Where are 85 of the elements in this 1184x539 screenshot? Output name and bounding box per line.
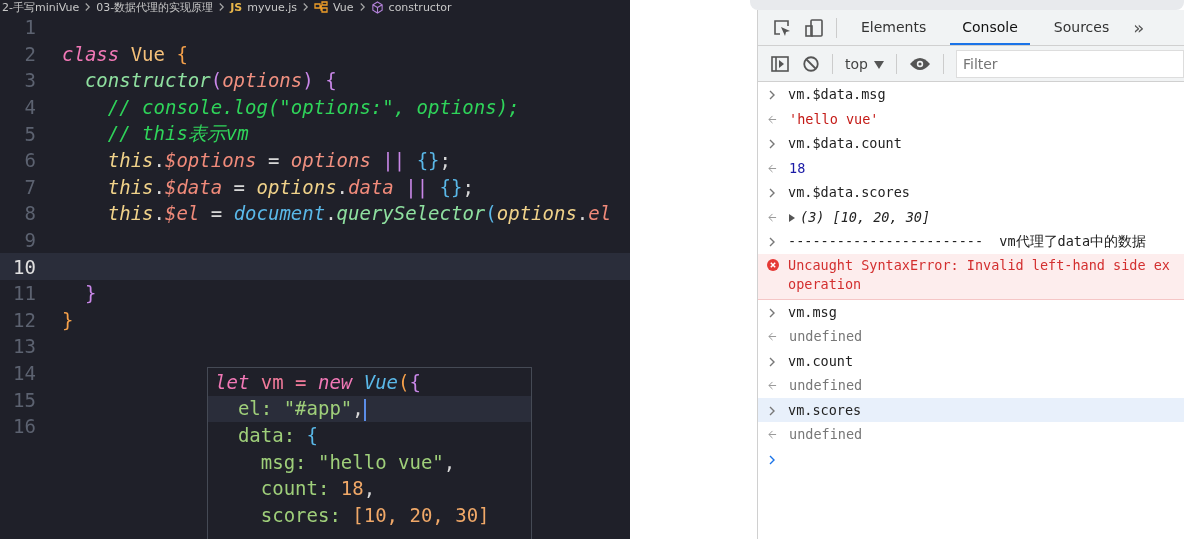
class-icon — [314, 1, 329, 13]
more-tabs-button[interactable]: » — [1133, 17, 1145, 38]
chevron-icon — [84, 2, 92, 12]
context-dropdown[interactable]: top — [845, 55, 884, 72]
chevron-icon — [218, 2, 226, 12]
result-text: undefined — [789, 426, 863, 442]
line-number: 9 — [23, 229, 36, 252]
code-line: scores: [10, 20, 30] — [259, 503, 490, 526]
line-number: 5 — [23, 122, 36, 145]
dropdown-caret-icon[interactable] — [873, 60, 884, 69]
line-number: 16 — [12, 415, 36, 438]
chevron-icon — [768, 356, 776, 367]
device-icon[interactable] — [804, 17, 824, 38]
file-type-label: JS — [230, 0, 243, 14]
return-arrow-icon — [768, 381, 777, 390]
result-text: undefined — [789, 377, 863, 393]
command-text: vm.$data.scores — [788, 184, 910, 200]
prompt-icon — [768, 454, 776, 465]
breadcrumb-item[interactable]: 03-数据代理的实现原理 — [96, 0, 214, 15]
filter-field[interactable]: Filter — [955, 49, 1184, 78]
breadcrumb-item[interactable]: Vue — [333, 0, 354, 14]
return-arrow-icon — [768, 332, 777, 341]
clear-icon[interactable] — [802, 54, 820, 73]
chevron-icon — [768, 405, 776, 416]
line-number: 3 — [23, 69, 36, 92]
line-number: 2 — [23, 42, 36, 65]
chevron-icon — [768, 188, 776, 198]
code-line: let vm = new Vue({ — [215, 371, 421, 394]
breadcrumb-item[interactable]: constructor — [388, 0, 452, 14]
chevron-icon — [768, 237, 776, 247]
command-text: ------------------------ vm代理了data中的数据 — [788, 233, 1147, 251]
line-number: 12 — [12, 308, 36, 331]
return-arrow-icon — [768, 212, 777, 222]
command-text: vm.count — [788, 352, 854, 369]
cube-icon — [370, 0, 384, 14]
command-text: vm.$data.msg — [788, 86, 886, 102]
command-text: vm.scores — [788, 401, 862, 418]
code-line: } — [62, 308, 74, 331]
breadcrumb-item[interactable]: 2-手写miniVue — [2, 0, 80, 15]
eye-icon[interactable] — [908, 56, 931, 71]
command-text: vm.msg — [788, 303, 837, 320]
code-line: el: "#app", — [236, 397, 366, 421]
line-number: 8 — [23, 202, 36, 225]
code-line: // console.log("options:", options); — [106, 96, 520, 119]
sidebar-icon[interactable] — [770, 53, 790, 74]
expand-triangle-icon[interactable] — [789, 213, 795, 222]
return-arrow-icon — [768, 114, 777, 124]
code-line: this.$options = options || {}; — [106, 149, 451, 172]
code-line: msg: "hello vue", — [259, 450, 456, 473]
error-icon — [767, 258, 779, 271]
line-number: 1 — [23, 16, 36, 39]
code-line: // this表示vm — [106, 120, 249, 146]
code-line: this.$el = document.querySelector(options.el — [106, 202, 612, 225]
line-number: 7 — [23, 175, 36, 198]
chevron-icon — [302, 2, 310, 12]
line-number: 6 — [23, 149, 36, 172]
chevron-icon — [358, 2, 366, 12]
code-line: data: { — [236, 424, 318, 447]
code-line: count: 18, — [259, 477, 376, 500]
line-number: 11 — [12, 282, 36, 305]
breadcrumb-item[interactable]: myvue.js — [247, 0, 298, 14]
chevron-icon — [768, 90, 776, 100]
code-line: } — [83, 282, 97, 305]
chevron-icon — [768, 139, 776, 149]
chevron-icon — [768, 307, 776, 318]
line-number: 14 — [12, 362, 36, 384]
error-message: operation — [788, 274, 863, 294]
result-text: 18 — [789, 159, 806, 176]
result-text: (3) [10, 20, 30] — [800, 208, 931, 225]
inspect-icon[interactable] — [772, 17, 792, 38]
devtools-tab[interactable]: Elements — [849, 10, 939, 45]
line-number: 13 — [12, 335, 36, 358]
code-line: class Vue { — [62, 42, 188, 65]
error-message: Uncaught SyntaxError: Invalid left-hand side ex — [788, 255, 1170, 275]
line-number: 15 — [12, 388, 36, 411]
line-number: 4 — [23, 96, 36, 119]
line-number: 10 — [12, 255, 36, 278]
code-line: this.$data = options.data || {}; — [106, 175, 474, 198]
code-line: constructor(options) { — [83, 69, 337, 92]
result-text: 'hello vue' — [789, 110, 879, 127]
command-text: vm.$data.count — [788, 135, 902, 151]
return-arrow-icon — [768, 430, 777, 439]
return-arrow-icon — [768, 163, 777, 173]
devtools-tab[interactable]: Sources — [1041, 10, 1122, 45]
result-text: undefined — [789, 328, 863, 344]
